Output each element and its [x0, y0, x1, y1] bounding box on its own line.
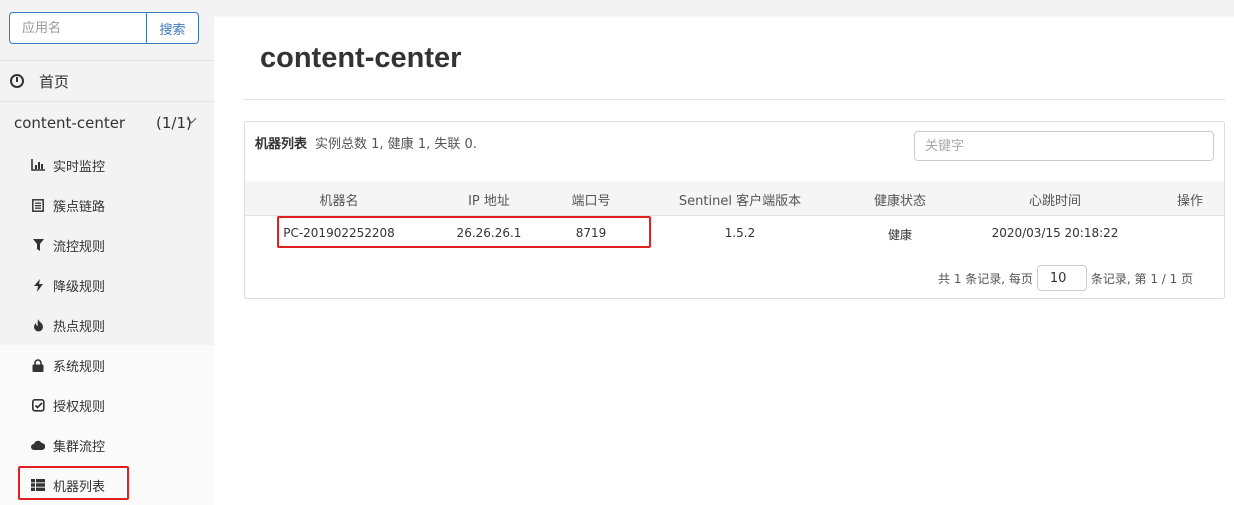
page-size-input[interactable]: 10 — [1036, 265, 1087, 291]
menu-item-flow-rules[interactable]: 流控规则 — [0, 225, 214, 265]
fire-icon — [31, 318, 45, 332]
page-title: content-center — [260, 42, 462, 74]
menu-item-system-rules[interactable]: 系统规则 — [0, 345, 214, 385]
pagination: 共 1 条记录, 每页 10 条记录, 第 1 / 1 页 — [938, 265, 1193, 291]
check-square-icon — [31, 398, 45, 412]
app-item-content-center[interactable]: content-center (1/1) — [0, 102, 214, 144]
menu-item-label: 热点规则 — [53, 319, 106, 335]
panel-heading: 机器列表 实例总数 1, 健康 1, 失联 0. — [255, 133, 477, 152]
nav-home[interactable]: 首页 — [0, 60, 214, 102]
divider — [243, 99, 1225, 100]
col-client-version[interactable]: Sentinel 客户端版本 — [679, 190, 801, 209]
sidebar: 搜索 首页 content-center (1/1) 实时监控 簇点链路 流控规… — [0, 0, 214, 505]
menu-item-realtime-monitor[interactable]: 实时监控 — [0, 145, 214, 185]
nav-home-label: 首页 — [39, 72, 70, 91]
pager-prefix: 共 1 条记录, 每页 — [938, 271, 1033, 286]
cell-client-version: 1.5.2 — [724, 226, 756, 240]
app-search-input[interactable] — [9, 12, 146, 44]
top-bar — [214, 0, 1234, 17]
bar-chart-icon — [31, 158, 45, 172]
menu-item-label: 降级规则 — [53, 279, 106, 295]
menu-item-label: 系统规则 — [53, 359, 106, 375]
cloud-icon — [31, 438, 45, 452]
keyword-search-input[interactable] — [914, 131, 1214, 161]
app-name: content-center — [14, 114, 126, 132]
lock-icon — [31, 358, 45, 372]
menu-item-label: 授权规则 — [53, 399, 106, 415]
menu-item-hotspot-rules[interactable]: 热点规则 — [0, 305, 214, 345]
app-search: 搜索 — [9, 12, 199, 44]
cell-health-status: 健康 — [887, 228, 913, 242]
dashboard-icon — [10, 74, 24, 88]
panel-title: 机器列表 — [255, 137, 308, 152]
list-icon — [31, 198, 45, 212]
col-actions: 操作 — [1176, 194, 1204, 209]
col-health-status[interactable]: 健康状态 — [874, 190, 926, 209]
menu-item-degrade-rules[interactable]: 降级规则 — [0, 265, 214, 305]
menu-item-cluster-link[interactable]: 簇点链路 — [0, 185, 214, 225]
cell-heartbeat-time: 2020/03/15 20:18:22 — [991, 226, 1119, 240]
instance-summary: 实例总数 1, 健康 1, 失联 0. — [315, 137, 477, 152]
col-port[interactable]: 端口号 — [571, 190, 610, 209]
col-machine-name[interactable]: 机器名 — [319, 190, 358, 209]
col-heartbeat-time[interactable]: 心跳时间 — [1029, 190, 1081, 209]
menu-item-label: 流控规则 — [53, 239, 106, 255]
menu-item-label: 簇点链路 — [53, 199, 106, 215]
pager-suffix: 条记录, 第 1 / 1 页 — [1090, 271, 1194, 286]
search-button[interactable]: 搜索 — [146, 12, 199, 44]
highlight-annotation — [277, 216, 651, 248]
menu-item-auth-rules[interactable]: 授权规则 — [0, 385, 214, 425]
filter-icon — [31, 238, 45, 252]
menu-item-cluster-flow[interactable]: 集群流控 — [0, 425, 214, 465]
flash-icon — [31, 278, 45, 292]
table-header: 机器名 IP 地址 端口号 Sentinel 客户端版本 健康状态 心跳时间 操… — [245, 181, 1224, 216]
menu-item-label: 实时监控 — [53, 159, 106, 175]
highlight-annotation — [18, 466, 129, 500]
menu-item-label: 集群流控 — [53, 439, 106, 455]
col-ip-address[interactable]: IP 地址 — [468, 190, 510, 209]
machine-list-panel: 机器列表实例总数 1, 健康 1, 失联 0. 机器名 IP 地址 端口号 Se… — [244, 121, 1225, 299]
